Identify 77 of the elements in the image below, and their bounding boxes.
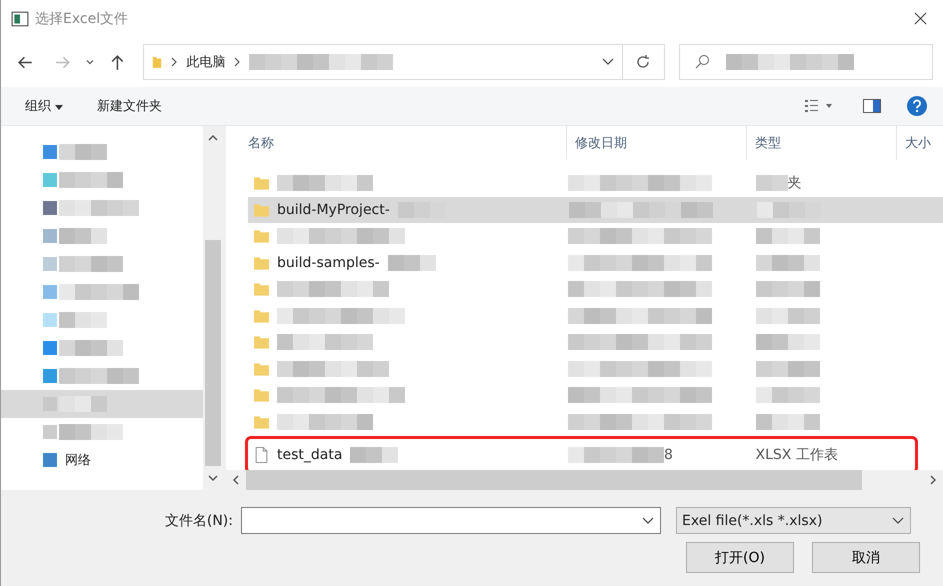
file-row[interactable]: 夹 (248, 170, 915, 196)
file-type: XLSX 工作表 (756, 446, 838, 464)
file-name-label: 文件名(N): (164, 512, 234, 530)
column-header[interactable]: 修改日期 (567, 126, 747, 160)
column-header[interactable]: 大小 (897, 126, 943, 160)
column-header[interactable]: 名称 (226, 126, 567, 160)
scrollbar[interactable] (203, 126, 223, 490)
redacted-mosaic (59, 172, 123, 188)
document-icon (254, 447, 269, 463)
redacted-mosaic (59, 396, 107, 412)
scrollbar[interactable] (226, 470, 943, 490)
redacted-mosaic (756, 175, 788, 192)
search-icon (694, 54, 710, 70)
folder-icon (254, 334, 269, 350)
redacted-mosaic (756, 360, 820, 377)
file-row[interactable]: build-MyProject- (248, 196, 943, 223)
redacted-mosaic (756, 334, 820, 350)
chevron-up-icon[interactable] (208, 134, 218, 142)
redacted-mosaic (756, 254, 820, 271)
folder-icon (254, 414, 269, 430)
chevron-down-icon[interactable] (84, 57, 95, 67)
organize-menu-button[interactable]: 组织 (23, 93, 66, 119)
address-bar[interactable]: 此电脑 (143, 44, 624, 80)
close-icon[interactable] (914, 12, 927, 25)
redacted-mosaic (756, 414, 820, 430)
file-name: test_data (277, 447, 342, 463)
file-row[interactable]: test_data 8 XLSX 工作表 (248, 439, 915, 470)
chevron-down-icon[interactable] (208, 474, 218, 482)
chevron-left-icon[interactable] (232, 475, 240, 485)
redacted-mosaic (350, 447, 398, 463)
app-icon (11, 10, 29, 28)
file-name: build-MyProject- (277, 202, 390, 218)
folder-icon (254, 202, 269, 218)
chevron-right-icon[interactable] (929, 475, 937, 485)
redacted-mosaic (59, 228, 107, 244)
file-type-dropdown[interactable]: Exel file(*.xls *.xlsx) (676, 507, 911, 534)
redacted-mosaic (59, 424, 123, 440)
window-title: 选择Excel文件 (35, 10, 128, 28)
modified-date: 8 (664, 447, 673, 463)
file-name: build-samples- (277, 254, 380, 271)
column-header[interactable]: 类型 (747, 126, 897, 160)
file-row[interactable]: build-samples- (248, 250, 915, 276)
redacted-mosaic (59, 256, 123, 272)
folder-icon (254, 228, 269, 244)
chevron-down-icon[interactable] (602, 58, 614, 66)
file-type: 夹 (788, 174, 802, 192)
folder-icon (152, 54, 162, 70)
redacted-mosaic (388, 254, 436, 271)
chevron-down-icon (892, 516, 904, 524)
redacted-mosaic (756, 228, 820, 244)
refresh-icon (635, 54, 652, 70)
redacted-mosaic (756, 281, 820, 298)
new-folder-button[interactable]: 新建文件夹 (95, 93, 164, 119)
search-field[interactable] (678, 44, 934, 80)
folder-icon (254, 387, 269, 404)
redacted-mosaic (756, 387, 820, 404)
refresh-button[interactable] (623, 44, 665, 80)
folder-icon (254, 360, 269, 377)
help-icon[interactable] (907, 96, 927, 116)
sidebar-item[interactable]: 网络 (1, 446, 203, 474)
preview-pane-icon[interactable] (863, 99, 881, 113)
folder-icon (254, 175, 269, 192)
redacted-mosaic (59, 312, 107, 328)
folder-icon (254, 308, 269, 324)
folder-icon (254, 254, 269, 271)
chevron-right-icon (233, 57, 242, 67)
file-name-field[interactable] (241, 507, 661, 534)
open-button[interactable]: 打开(O) (686, 542, 794, 573)
redacted-mosaic (756, 308, 820, 324)
folder-icon (254, 281, 269, 298)
redacted-mosaic (59, 340, 123, 356)
cancel-button[interactable]: 取消 (812, 542, 920, 573)
breadcrumb[interactable]: 此电脑 (186, 53, 226, 71)
chevron-right-icon (170, 57, 178, 67)
redacted-mosaic (59, 144, 107, 160)
chevron-down-icon[interactable] (642, 516, 654, 524)
caret-icon (55, 105, 64, 110)
